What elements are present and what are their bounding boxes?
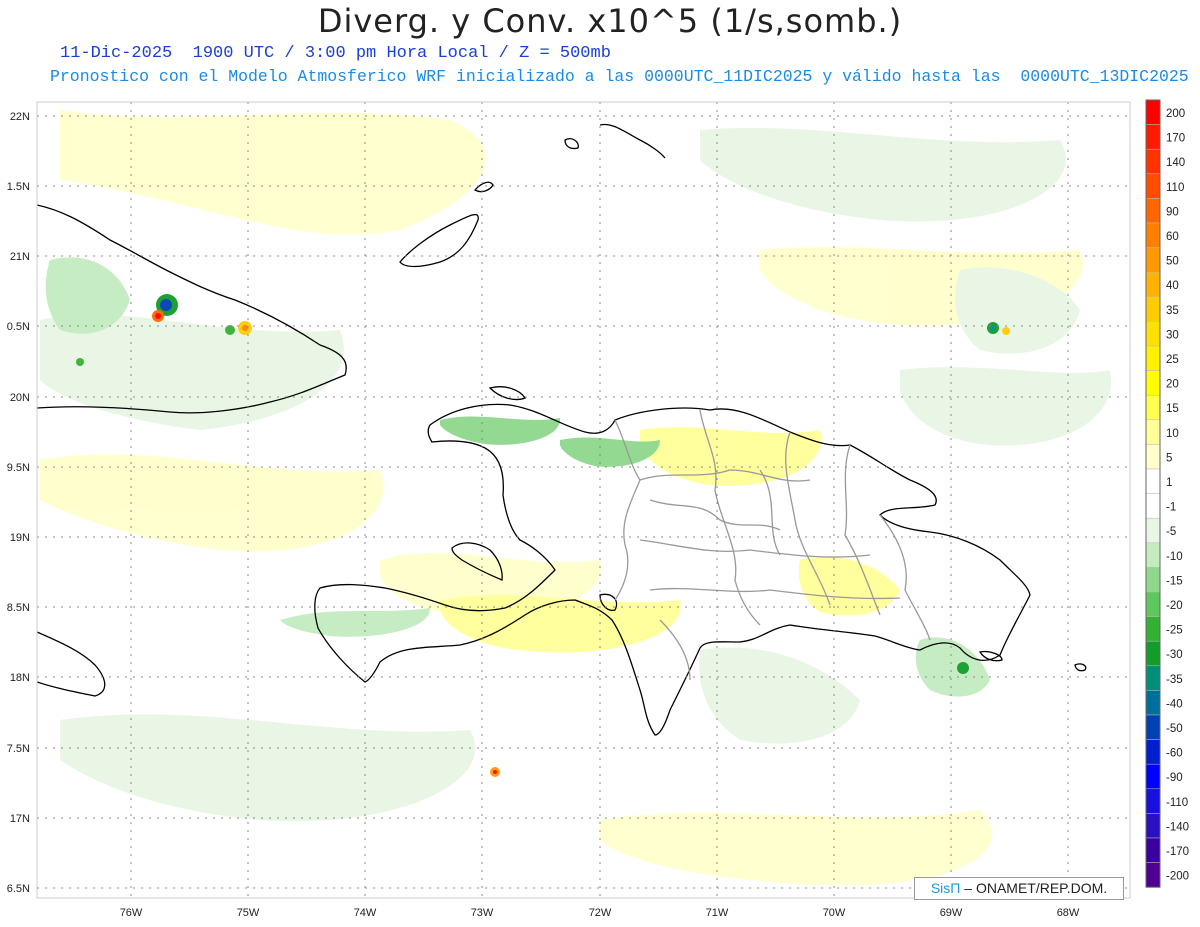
colorbar-label: -170 — [1166, 846, 1189, 858]
colorbar-swatch — [1145, 321, 1161, 347]
colorbar-swatch — [1145, 345, 1161, 371]
onamet-credit: – ONAMET/REP.DOM. — [964, 880, 1108, 896]
colorbar-swatch — [1145, 788, 1161, 814]
colorbar-label: -200 — [1166, 871, 1189, 883]
lat-label: 20N — [10, 392, 30, 404]
colorbar-swatch — [1145, 665, 1161, 691]
lon-label: 75W — [237, 907, 260, 919]
colorbar-swatch — [1145, 813, 1161, 839]
colorbar-label: 200 — [1166, 108, 1185, 120]
lat-label: 8.5N — [7, 602, 30, 614]
colorbar-label: -140 — [1166, 821, 1189, 833]
colorbar-label: -15 — [1166, 575, 1183, 587]
colorbar-label: -5 — [1166, 526, 1176, 538]
colorbar-swatch — [1145, 763, 1161, 790]
colorbar-label: 10 — [1166, 428, 1179, 440]
colorbar-label: 140 — [1166, 157, 1185, 169]
colorbar-swatch — [1145, 173, 1161, 199]
lat-label: 6.5N — [7, 883, 30, 895]
colorbar-label: 15 — [1166, 403, 1179, 415]
lat-label: 7.5N — [7, 743, 30, 755]
lon-label: 73W — [471, 907, 494, 919]
colorbar-swatch — [1145, 567, 1161, 593]
colorbar-swatch — [1145, 739, 1161, 765]
lat-label: 1.5N — [7, 181, 30, 193]
lon-label: 74W — [354, 907, 377, 919]
lon-axis: 76W 75W 74W 73W 72W 71W 70W 69W 68W — [120, 907, 1080, 919]
lat-label: 22N — [10, 111, 30, 123]
colorbar-swatch — [1145, 99, 1161, 125]
colorbar-label: 5 — [1166, 452, 1172, 464]
credit-box: SisΠ – ONAMET/REP.DOM. — [914, 877, 1124, 900]
colorbar-label: -40 — [1166, 698, 1183, 710]
colorbar-swatch — [1145, 370, 1161, 396]
colorbar-label: -90 — [1166, 772, 1183, 784]
colorbar-label: 1 — [1166, 477, 1172, 489]
colorbar-label: -60 — [1166, 748, 1183, 760]
colorbar-swatch — [1145, 222, 1161, 248]
colorbar-swatch — [1145, 271, 1161, 298]
lon-label: 71W — [706, 907, 729, 919]
colorbar-label: -1 — [1166, 502, 1176, 514]
colorbar-label: -35 — [1166, 674, 1183, 686]
colorbar-label: 25 — [1166, 354, 1179, 366]
colorbar-swatch — [1145, 148, 1161, 175]
sispi-logo-text: SisΠ — [930, 880, 961, 896]
colorbar-label: 20 — [1166, 379, 1179, 391]
colorbar-swatch — [1145, 714, 1161, 740]
colorbar-label: -20 — [1166, 600, 1183, 612]
colorbar-label: -110 — [1166, 797, 1188, 809]
colorbar-swatch — [1145, 296, 1161, 322]
lat-label: 0.5N — [7, 321, 30, 333]
colorbar-swatch — [1145, 862, 1161, 888]
colorbar-label: -10 — [1166, 551, 1183, 563]
colorbar-swatch — [1145, 247, 1161, 273]
lat-label: 17N — [10, 813, 30, 825]
colorbar-label: -30 — [1166, 649, 1183, 661]
lon-label: 76W — [120, 907, 143, 919]
colorbar-swatch — [1145, 468, 1161, 494]
colorbar-swatch — [1145, 394, 1161, 421]
lat-axis: 22N 1.5N 21N 0.5N 20N 9.5N 19N 8.5N 18N … — [7, 111, 30, 895]
colorbar-label: 90 — [1166, 206, 1179, 218]
colorbar-label: -25 — [1166, 625, 1183, 637]
lon-label: 72W — [589, 907, 612, 919]
colorbar-label: 170 — [1166, 133, 1185, 145]
lon-label: 68W — [1057, 907, 1080, 919]
lat-label: 19N — [10, 532, 30, 544]
lat-label: 9.5N — [7, 462, 30, 474]
colorbar: 200 170 140 110 90 60 50 40 35 30 25 20 15 10 5 1 -1 -5 -1… — [1145, 99, 1189, 888]
colorbar-label: 110 — [1166, 182, 1184, 194]
colorbar-label: -50 — [1166, 723, 1183, 735]
lon-label: 70W — [823, 907, 846, 919]
colorbar-swatch — [1145, 690, 1161, 716]
colorbar-swatch — [1145, 419, 1161, 445]
colorbar-label: 60 — [1166, 231, 1179, 243]
colorbar-label: 50 — [1166, 256, 1179, 268]
lat-label: 18N — [10, 672, 30, 684]
colorbar-swatch — [1145, 640, 1161, 667]
colorbar-swatch — [1145, 517, 1161, 544]
colorbar-swatch — [1145, 837, 1161, 863]
colorbar-label: 35 — [1166, 305, 1179, 317]
lon-label: 69W — [940, 907, 963, 919]
colorbar-swatch — [1145, 591, 1161, 617]
divergence-map: 22N 1.5N 21N 0.5N 20N 9.5N 19N 8.5N 18N … — [7, 99, 1189, 919]
colorbar-swatch — [1145, 124, 1161, 150]
colorbar-swatch — [1145, 198, 1161, 224]
colorbar-label: 40 — [1166, 280, 1179, 292]
colorbar-swatch — [1145, 493, 1161, 519]
colorbar-swatch — [1145, 444, 1161, 470]
colorbar-swatch — [1145, 542, 1161, 568]
colorbar-swatch — [1145, 616, 1161, 642]
colorbar-label: 30 — [1166, 329, 1179, 341]
lat-label: 21N — [10, 251, 30, 263]
